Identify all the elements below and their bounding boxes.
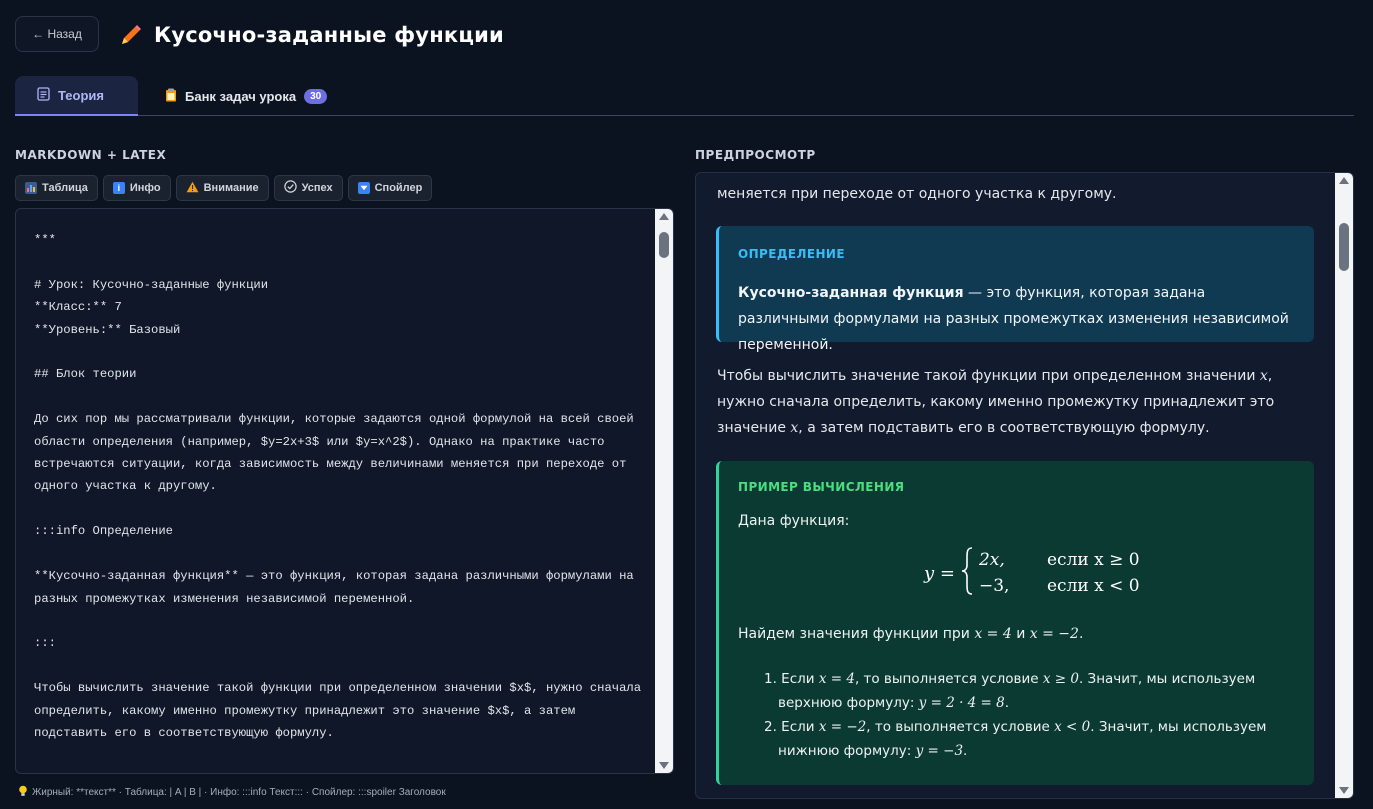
- formula-lhs: y =: [924, 562, 955, 584]
- tab-bar: Теория Банк задач урока 30: [15, 76, 1354, 116]
- lightbulb-icon: [18, 785, 28, 800]
- math-var-x: x: [1259, 368, 1268, 384]
- success-callout: ПРИМЕР ВЫЧИСЛЕНИЯ Дана функция: y = 2x, …: [716, 461, 1314, 785]
- step-text: . Значит, мы используем: [1090, 719, 1267, 735]
- step-text: .: [963, 743, 968, 759]
- editor-scroll-thumb[interactable]: [659, 232, 669, 258]
- insert-warning-label: Внимание: [203, 182, 259, 194]
- paragraph-text: нужно сначала определить, какому именно …: [717, 394, 1275, 410]
- math-expr: x = 4: [818, 671, 855, 687]
- math-expr: x = −2: [818, 719, 867, 735]
- paragraph-text: значение: [717, 420, 791, 436]
- insert-spoiler-label: Спойлер: [374, 182, 423, 194]
- preview-intro-line: меняется при переходе от одного участка …: [717, 186, 1117, 202]
- insert-info-button[interactable]: i Инфо: [102, 175, 171, 201]
- step-number: 2.: [764, 719, 777, 735]
- syntax-hint: Жирный: **текст** · Таблица: | A | B | ·…: [18, 785, 446, 800]
- app-root: ← Назад Кусочно-заданные функции Теория …: [0, 0, 1373, 809]
- insert-info-label: Инфо: [129, 182, 161, 194]
- paragraph-text: Чтобы вычислить значение такой функции п…: [717, 368, 1260, 384]
- tab-task-bank[interactable]: Банк задач урока 30: [165, 76, 328, 116]
- preview-pane: меняется при переходе от одного участка …: [695, 172, 1354, 799]
- insert-table-label: Таблица: [42, 182, 88, 194]
- markdown-toolbar: Таблица i Инфо Внимание Успех Спойлер: [15, 175, 433, 201]
- step-text: , то выполняется условие: [866, 719, 1055, 735]
- insert-success-button[interactable]: Успех: [273, 175, 343, 201]
- info-callout-title: ОПРЕДЕЛЕНИЕ: [738, 247, 845, 261]
- find-text: .: [1078, 626, 1084, 642]
- scroll-up-arrow-icon[interactable]: [1339, 177, 1349, 184]
- page-header: Кусочно-заданные функции: [118, 20, 504, 50]
- info-callout-body: Кусочно-заданная функция — это функция, …: [738, 280, 1298, 358]
- page-title: Кусочно-заданные функции: [154, 23, 504, 47]
- syntax-hint-text: Жирный: **текст** · Таблица: | A | B | ·…: [32, 787, 446, 798]
- preview-scroll-thumb[interactable]: [1339, 223, 1349, 271]
- math-x2: x = −2: [1029, 626, 1079, 642]
- piecewise-cases: 2x, если x ≥ 0 −3, если x < 0: [979, 550, 1140, 596]
- tab-task-bank-label: Банк задач урока: [185, 88, 297, 104]
- piecewise-formula: y = 2x, если x ≥ 0 −3, если x < 0: [924, 543, 1140, 603]
- scroll-up-arrow-icon[interactable]: [659, 213, 669, 220]
- back-button[interactable]: ← Назад: [15, 16, 99, 52]
- math-expr: x ≥ 0: [1042, 671, 1079, 687]
- step-text: Если: [776, 671, 819, 687]
- markdown-editor-content[interactable]: *** # Урок: Кусочно-заданные функции **К…: [34, 229, 652, 773]
- steps-list: 1. Если x = 4, то выполняется условие x …: [764, 667, 1304, 763]
- insert-spoiler-button[interactable]: Спойлер: [347, 175, 433, 201]
- case1-expression: 2x,: [978, 550, 1005, 570]
- preview-section-label: ПРЕДПРОСМОТР: [695, 148, 816, 162]
- check-circle-icon: [283, 180, 297, 196]
- info-callout-term: Кусочно-заданная функция: [738, 285, 964, 301]
- clipboard-icon: [165, 88, 177, 105]
- editor-section-label: MARKDOWN + LATEX: [15, 148, 167, 162]
- warning-icon: [186, 181, 199, 196]
- insert-table-button[interactable]: Таблица: [15, 175, 98, 201]
- info-icon: i: [112, 182, 125, 194]
- chart-icon: [25, 182, 37, 194]
- curly-brace-icon: [961, 546, 973, 600]
- task-count-badge: 30: [304, 88, 328, 104]
- find-text: Найдем значения функции при: [738, 626, 975, 642]
- step-text: верхнюю формулу:: [778, 695, 919, 711]
- step-text: Если: [776, 719, 819, 735]
- given-function-label: Дана функция:: [738, 513, 850, 529]
- math-x1: x = 4: [974, 626, 1012, 642]
- tab-theory[interactable]: Теория: [15, 76, 138, 116]
- document-icon: [37, 86, 50, 104]
- step-item: 1. Если x = 4, то выполняется условие x …: [764, 667, 1304, 715]
- markdown-editor[interactable]: *** # Урок: Кусочно-заданные функции **К…: [15, 208, 674, 774]
- scroll-down-arrow-icon[interactable]: [659, 762, 669, 769]
- case1-condition: если x ≥ 0: [1046, 550, 1140, 570]
- info-callout: ОПРЕДЕЛЕНИЕ Кусочно-заданная функция — э…: [716, 226, 1314, 353]
- case2-expression: −3,: [978, 576, 1010, 596]
- math-expr: x < 0: [1054, 719, 1091, 735]
- math-expr: y = 2 · 4 = 8: [918, 695, 1005, 711]
- paragraph-text: , а затем подставить его в соответствующ…: [798, 420, 1210, 436]
- case2-condition: если x < 0: [1046, 576, 1140, 596]
- pencil-icon: [118, 22, 144, 48]
- preview-paragraph: Чтобы вычислить значение такой функции п…: [717, 363, 1317, 441]
- preview-scrollbar[interactable]: [1335, 173, 1353, 798]
- success-callout-title: ПРИМЕР ВЫЧИСЛЕНИЯ: [738, 480, 905, 494]
- math-expr: y = −3: [915, 743, 964, 759]
- chevron-down-square-icon: [357, 182, 370, 194]
- tab-theory-label: Теория: [58, 87, 104, 103]
- step-item: 2. Если x = −2, то выполняется условие x…: [764, 715, 1304, 763]
- scroll-down-arrow-icon[interactable]: [1339, 787, 1349, 794]
- editor-scrollbar[interactable]: [655, 209, 673, 773]
- step-text: .: [1004, 695, 1010, 711]
- step-number: 1.: [764, 671, 777, 687]
- find-text: и: [1011, 626, 1030, 642]
- step-text: . Значит, мы используем: [1078, 671, 1256, 687]
- step-text: нижнюю формулу:: [778, 743, 916, 759]
- paragraph-text: ,: [1267, 368, 1273, 384]
- find-values-line: Найдем значения функции при x = 4 и x = …: [738, 626, 1083, 642]
- insert-warning-button[interactable]: Внимание: [175, 175, 269, 201]
- step-text: , то выполняется условие: [854, 671, 1043, 687]
- insert-success-label: Успех: [301, 182, 333, 194]
